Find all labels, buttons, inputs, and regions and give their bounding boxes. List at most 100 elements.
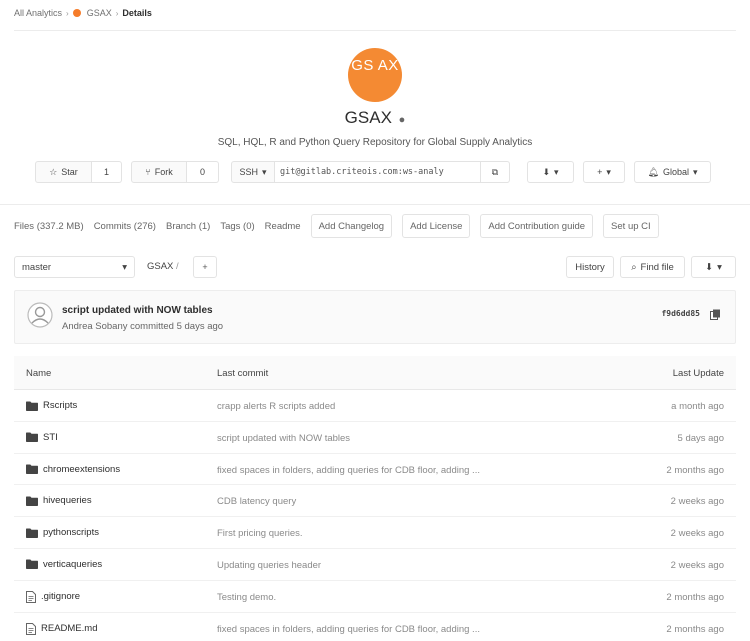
repo-path-root[interactable]: GSAX: [147, 261, 173, 272]
notification-label: Global: [662, 167, 689, 177]
commit-sha[interactable]: f9d6dd85: [661, 309, 700, 318]
branch-link[interactable]: Branch (1): [166, 221, 210, 232]
add-license-button[interactable]: Add License: [402, 214, 471, 238]
table-row[interactable]: verticaqueries Updating queries header 2 w…: [14, 549, 736, 581]
divider: [0, 204, 750, 205]
globe-icon: ●: [398, 114, 406, 126]
add-dropdown[interactable]: + ▾: [583, 161, 625, 183]
caret-down-icon: ▾: [122, 261, 127, 273]
clone-url-input[interactable]: git@gitlab.criteois.com:ws-analy: [275, 161, 480, 183]
file-last-commit[interactable]: Updating queries header: [217, 560, 321, 571]
breadcrumb-project[interactable]: GSAX: [87, 8, 112, 18]
star-button[interactable]: ☆ Star: [35, 161, 92, 183]
table-row[interactable]: .gitignore Testing demo. 2 months ago: [14, 581, 736, 613]
breadcrumb: All Analytics › GSAX › Details: [14, 6, 152, 20]
folder-icon: [26, 496, 38, 506]
files-link[interactable]: Files (337.2 MB): [14, 221, 84, 232]
table-row[interactable]: pythonscripts First pricing queries. 2 wee…: [14, 517, 736, 549]
table-row[interactable]: chromeextensions fixed spaces in folders,…: [14, 454, 736, 486]
branch-select[interactable]: master ▾: [14, 256, 135, 278]
history-button[interactable]: History: [566, 256, 614, 278]
file-name-cell[interactable]: .gitignore: [26, 590, 80, 603]
repo-path: GSAX /: [147, 261, 179, 272]
add-changelog-button[interactable]: Add Changelog: [310, 214, 393, 238]
add-to-tree-button[interactable]: +: [193, 256, 217, 278]
file-last-commit[interactable]: CDB latency query: [217, 496, 296, 507]
download-dropdown[interactable]: ⬇ ▾: [691, 256, 736, 278]
star-icon: ☆: [49, 166, 58, 177]
setup-ci-button[interactable]: Set up CI: [603, 214, 659, 238]
file-name-cell[interactable]: chromeextensions: [26, 464, 120, 475]
file-last-commit[interactable]: fixed spaces in folders, adding queries …: [217, 624, 480, 635]
file-name[interactable]: README.md: [41, 623, 97, 634]
project-name: GSAX: [344, 108, 392, 127]
file-icon: [26, 590, 36, 603]
file-name[interactable]: .gitignore: [41, 591, 80, 602]
notification-dropdown[interactable]: 🔔︎ Global ▾: [634, 161, 711, 183]
plus-icon: +: [597, 167, 603, 177]
copy-icon: ⧉: [491, 166, 499, 177]
file-name-cell[interactable]: pythonscripts: [26, 527, 99, 538]
table-row[interactable]: Rscripts crapp alerts R scripts added a mo…: [14, 390, 736, 422]
branch-label: master: [22, 261, 52, 273]
table-row[interactable]: hivequeries CDB latency query 2 weeks ago: [14, 485, 736, 518]
breadcrumb-current[interactable]: Details: [122, 8, 152, 18]
table-header: Name Last commit Last Update: [14, 356, 736, 390]
file-last-commit[interactable]: script updated with NOW tables: [217, 433, 350, 444]
file-name[interactable]: pythonscripts: [43, 527, 99, 538]
file-name-cell[interactable]: hivequeries: [26, 495, 92, 506]
file-name-cell[interactable]: STI: [26, 432, 58, 443]
caret-down-icon: ▾: [692, 166, 698, 177]
copy-icon: [709, 309, 720, 320]
copy-sha-button[interactable]: [707, 306, 723, 322]
table-row[interactable]: STI script updated with NOW tables 5 days …: [14, 422, 736, 454]
download-icon: ⬇: [542, 166, 550, 177]
file-last-commit[interactable]: Testing demo.: [217, 592, 276, 603]
commit-title[interactable]: script updated with NOW tables: [62, 305, 213, 316]
file-last-update: a month ago: [671, 401, 724, 412]
file-name-cell[interactable]: Rscripts: [26, 400, 77, 411]
tags-link[interactable]: Tags (0): [220, 221, 254, 232]
caret-down-icon: ▾: [717, 261, 722, 273]
protocol-dropdown[interactable]: SSH ▾: [231, 161, 275, 183]
slash-separator: /: [176, 261, 179, 272]
add-contribution-button[interactable]: Add Contribution guide: [480, 214, 594, 238]
folder-icon: [26, 464, 38, 475]
project-title: GSAX ●: [0, 108, 750, 128]
file-last-commit[interactable]: crapp alerts R scripts added: [217, 401, 335, 412]
fork-icon: ⑂: [145, 167, 151, 177]
fork-button[interactable]: ⑂ Fork: [131, 161, 187, 183]
readme-link[interactable]: Readme: [265, 221, 301, 232]
file-name-cell[interactable]: README.md: [26, 622, 97, 635]
file-name[interactable]: STI: [43, 432, 58, 443]
search-icon: ⌕: [631, 261, 637, 273]
project-stats: Files (337.2 MB) Commits (276) Branch (1…: [14, 213, 740, 239]
file-name[interactable]: verticaqueries: [43, 559, 102, 570]
header-last-commit: Last commit: [217, 368, 269, 379]
chevron-right-icon: ›: [115, 8, 119, 18]
file-last-commit[interactable]: fixed spaces in folders, adding queries …: [217, 465, 480, 476]
file-last-update: 5 days ago: [677, 432, 724, 444]
find-file-label: Find file: [640, 261, 674, 273]
folder-icon: [26, 432, 38, 443]
table-row[interactable]: README.md fixed spaces in folders, adding…: [14, 613, 736, 641]
find-file-button[interactable]: ⌕ Find file: [620, 256, 685, 278]
file-table: Name Last commit Last Update Rscripts cra…: [14, 356, 736, 641]
commits-link[interactable]: Commits (276): [94, 221, 156, 232]
header-last-update: Last Update: [672, 368, 724, 379]
download-dropdown[interactable]: ⬇ ▾: [527, 161, 574, 183]
file-name[interactable]: hivequeries: [43, 495, 92, 506]
file-last-update: 2 months ago: [666, 464, 724, 476]
commit-meta: Andrea Sobany committed 5 days ago: [62, 321, 224, 332]
bell-icon: 🔔︎: [647, 166, 659, 177]
file-last-commit[interactable]: First pricing queries.: [217, 528, 303, 539]
file-name[interactable]: Rscripts: [43, 400, 77, 411]
copy-url-button[interactable]: ⧉: [480, 161, 510, 183]
star-count[interactable]: 1: [92, 161, 122, 183]
breadcrumb-group[interactable]: All Analytics: [14, 8, 62, 18]
project-description: SQL, HQL, R and Python Query Repository …: [217, 137, 533, 148]
fork-count[interactable]: 0: [187, 161, 219, 183]
user-avatar-icon: [27, 302, 53, 328]
file-name-cell[interactable]: verticaqueries: [26, 559, 102, 570]
file-name[interactable]: chromeextensions: [43, 464, 120, 475]
